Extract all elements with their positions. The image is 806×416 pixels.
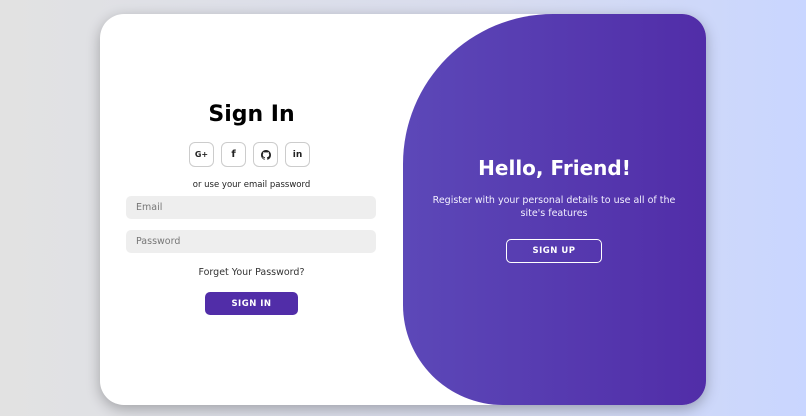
email-field[interactable] bbox=[126, 196, 376, 219]
github-button[interactable] bbox=[253, 142, 278, 167]
sign-in-form: Sign In G+ f in or use your email passwo… bbox=[100, 14, 403, 405]
github-icon bbox=[260, 149, 271, 160]
google-plus-icon: G+ bbox=[194, 150, 209, 159]
sign-up-button[interactable]: SIGN UP bbox=[506, 239, 602, 263]
google-plus-button[interactable]: G+ bbox=[189, 142, 214, 167]
forgot-password-link[interactable]: Forget Your Password? bbox=[100, 267, 403, 278]
toggle-panel: Hello, Friend! Register with your person… bbox=[403, 14, 706, 405]
sign-in-title: Sign In bbox=[208, 102, 295, 127]
email-option-text: or use your email password bbox=[192, 180, 311, 190]
linkedin-button[interactable]: in bbox=[285, 142, 310, 167]
facebook-icon: f bbox=[231, 149, 236, 160]
facebook-button[interactable]: f bbox=[221, 142, 246, 167]
toggle-title: Hello, Friend! bbox=[478, 156, 631, 180]
linkedin-icon: in bbox=[292, 149, 303, 160]
sign-in-button[interactable]: SIGN IN bbox=[205, 292, 298, 315]
auth-card: Sign In G+ f in or use your email passwo… bbox=[100, 14, 706, 405]
toggle-description: Register with your personal details to u… bbox=[432, 195, 676, 219]
social-icons: G+ f in bbox=[189, 142, 310, 167]
password-field[interactable] bbox=[126, 230, 376, 253]
